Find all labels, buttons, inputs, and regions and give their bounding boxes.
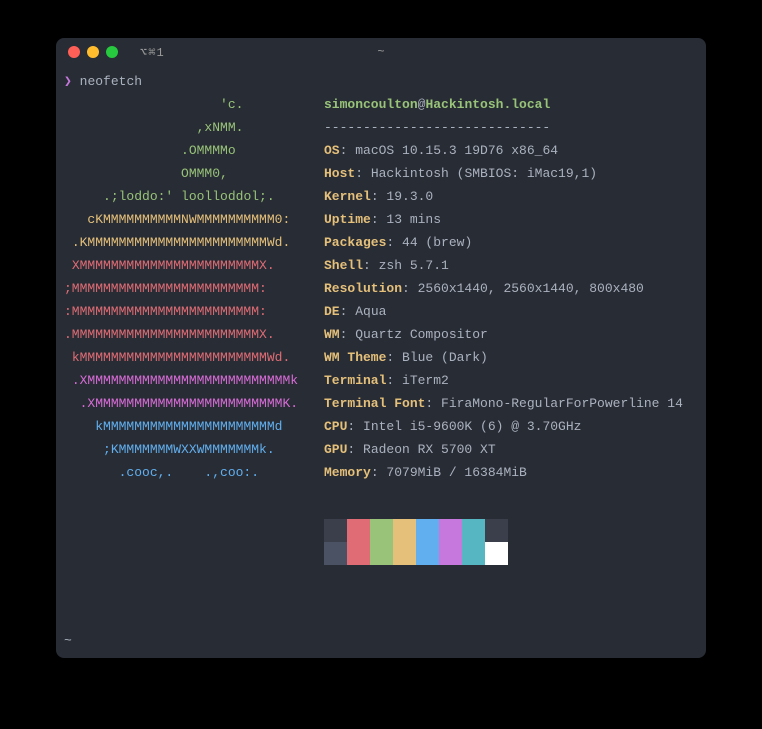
color-swatch — [485, 542, 508, 565]
info-label: Terminal Font — [324, 396, 425, 411]
color-swatches — [324, 519, 683, 565]
color-swatch — [416, 542, 439, 565]
command-line: ❯ neofetch — [64, 70, 698, 93]
info-label: Terminal — [324, 373, 386, 388]
info-row: Host: Hackintosh (SMBIOS: iMac19,1) — [324, 162, 683, 185]
info-label: GPU — [324, 442, 347, 457]
color-swatch — [462, 542, 485, 565]
color-swatch — [370, 519, 393, 542]
info-row: GPU: Radeon RX 5700 XT — [324, 438, 683, 461]
info-value: Intel i5-9600K (6) @ 3.70GHz — [363, 419, 581, 434]
info-row: OS: macOS 10.15.3 19D76 x86_64 — [324, 139, 683, 162]
color-swatch — [462, 519, 485, 542]
info-value: macOS 10.15.3 19D76 x86_64 — [355, 143, 558, 158]
identity-line: simoncoulton@Hackintosh.local — [324, 93, 683, 116]
info-row: DE: Aqua — [324, 300, 683, 323]
info-value: 7079MiB / 16384MiB — [386, 465, 526, 480]
info-value: iTerm2 — [402, 373, 449, 388]
command-text: neofetch — [80, 74, 142, 89]
info-row: Memory: 7079MiB / 16384MiB — [324, 461, 683, 484]
color-swatch — [370, 542, 393, 565]
divider: ----------------------------- — [324, 116, 683, 139]
terminal-window: ⌥⌘1 ~ ❯ neofetch 'c. ,xNMM. .OMMMMo OMMM… — [56, 38, 706, 658]
info-row: Shell: zsh 5.7.1 — [324, 254, 683, 277]
info-label: Memory — [324, 465, 371, 480]
info-label: Resolution — [324, 281, 402, 296]
info-label: Host — [324, 166, 355, 181]
info-label: WM Theme — [324, 350, 386, 365]
color-swatch — [439, 542, 462, 565]
info-row: Terminal Font: FiraMono-RegularForPowerl… — [324, 392, 683, 415]
info-value: FiraMono-RegularForPowerline 14 — [441, 396, 683, 411]
color-swatch — [324, 542, 347, 565]
neofetch-info: simoncoulton@Hackintosh.local-----------… — [324, 93, 683, 565]
info-label: OS — [324, 143, 340, 158]
color-swatch — [393, 542, 416, 565]
color-swatch — [324, 519, 347, 542]
info-row: Terminal: iTerm2 — [324, 369, 683, 392]
info-value: Hackintosh (SMBIOS: iMac19,1) — [371, 166, 597, 181]
titlebar-left-text: ⌥⌘1 — [140, 45, 165, 60]
color-swatch — [485, 519, 508, 542]
info-value: 44 (brew) — [402, 235, 472, 250]
close-icon[interactable] — [68, 46, 80, 58]
color-swatch — [347, 542, 370, 565]
info-value: zsh 5.7.1 — [379, 258, 449, 273]
neofetch-logo: 'c. ,xNMM. .OMMMMo OMMM0, .;loddo:' lool… — [64, 93, 324, 484]
info-row: WM: Quartz Compositor — [324, 323, 683, 346]
info-row: Packages: 44 (brew) — [324, 231, 683, 254]
info-value: Aqua — [355, 304, 386, 319]
color-swatch — [347, 519, 370, 542]
info-value: 13 mins — [386, 212, 441, 227]
titlebar-title: ~ — [377, 45, 384, 59]
info-row: Uptime: 13 mins — [324, 208, 683, 231]
color-swatch — [416, 519, 439, 542]
terminal-content[interactable]: ❯ neofetch 'c. ,xNMM. .OMMMMo OMMM0, .;l… — [56, 66, 706, 658]
hostname: Hackintosh.local — [425, 97, 550, 112]
info-value: Radeon RX 5700 XT — [363, 442, 496, 457]
info-row: WM Theme: Blue (Dark) — [324, 346, 683, 369]
info-label: DE — [324, 304, 340, 319]
traffic-lights — [68, 46, 118, 58]
info-label: Shell — [324, 258, 363, 273]
info-label: Packages — [324, 235, 386, 250]
info-value: 19.3.0 — [386, 189, 433, 204]
info-value: Quartz Compositor — [355, 327, 488, 342]
info-label: CPU — [324, 419, 347, 434]
info-label: WM — [324, 327, 340, 342]
prompt-symbol: ❯ — [64, 74, 72, 89]
info-value: Blue (Dark) — [402, 350, 488, 365]
status-line: ~ — [64, 629, 72, 652]
minimize-icon[interactable] — [87, 46, 99, 58]
info-value: 2560x1440, 2560x1440, 800x480 — [418, 281, 644, 296]
info-label: Kernel — [324, 189, 371, 204]
color-swatch — [393, 519, 416, 542]
info-label: Uptime — [324, 212, 371, 227]
zoom-icon[interactable] — [106, 46, 118, 58]
titlebar: ⌥⌘1 ~ — [56, 38, 706, 66]
info-row: Resolution: 2560x1440, 2560x1440, 800x48… — [324, 277, 683, 300]
username: simoncoulton — [324, 97, 418, 112]
color-swatch — [439, 519, 462, 542]
info-row: CPU: Intel i5-9600K (6) @ 3.70GHz — [324, 415, 683, 438]
info-row: Kernel: 19.3.0 — [324, 185, 683, 208]
